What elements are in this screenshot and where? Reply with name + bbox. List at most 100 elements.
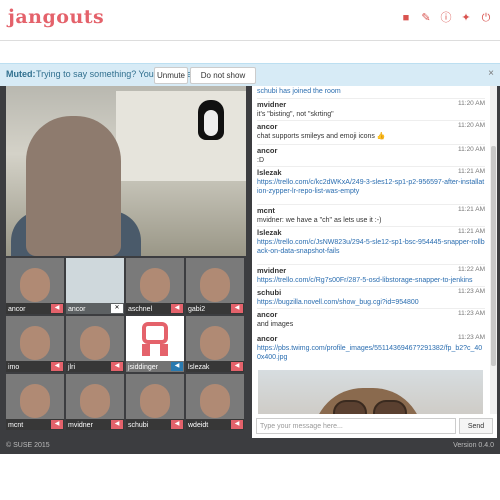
jangouts-logo-icon [142,322,168,356]
message-time: 11:23 AM [458,310,485,317]
participant-name: jsiddinger [128,364,158,371]
participant-tile[interactable]: schubi ◀ [126,374,184,430]
participant-tile[interactable]: jlri ◀ [66,316,124,372]
close-icon[interactable]: ✕ [111,304,123,313]
participant-name: mvidner [68,422,93,429]
message-text: :D [257,157,264,164]
message-link[interactable]: https://bugzilla.novell.com/show_bug.cgi… [257,298,485,307]
speaker-icon[interactable]: ◀ [51,304,63,313]
speaker-icon[interactable]: ◀ [111,420,123,429]
copyright: © SUSE 2015 [6,442,50,449]
unmute-button[interactable]: Unmute [154,67,188,84]
participant-name: wdeidt [188,422,209,429]
send-button[interactable]: Send [459,418,493,434]
speaker-icon[interactable]: ◀ [51,362,63,371]
signout-icon[interactable]: ⏻ [480,12,492,24]
message-time: 11:21 AM [458,168,485,175]
speaker-icon[interactable]: ◀ [171,362,183,371]
chat-log[interactable]: schubi has joined the room mvidner 11:20… [252,86,490,414]
message-author: mvidner [257,266,287,275]
participant-grid: ancor ◀ ancor ✕ aschnel ◀ gabi2 ◀ imo ◀ jlri ◀… [6,258,246,438]
message-link[interactable]: https://trello.com/c/kc2dWKxA/249-3-sles… [257,178,485,196]
participant-avatar [140,268,170,302]
participant-tile[interactable]: ancor ◀ [6,258,64,314]
message-author: lslezak [257,168,282,177]
message-link[interactable]: https://trello.com/c/Rg7s00Fr/287-5-osd-… [257,276,485,285]
dont-show-again-button[interactable]: Do not show again [190,67,256,95]
message-link[interactable]: https://pbs.twimg.com/profile_images/551… [257,344,485,362]
speaker-icon[interactable]: ◀ [231,304,243,313]
participant-tile[interactable]: imo ◀ [6,316,64,372]
chat-panel: schubi has joined the room mvidner 11:20… [252,86,497,438]
participant-tile[interactable]: ancor ✕ [66,258,124,314]
participant-tile[interactable]: mvidner ◀ [66,374,124,430]
participant-name: jlri [68,364,75,371]
message-time: 11:22 AM [458,266,485,273]
message-author: ancor [257,334,278,343]
participant-tile[interactable]: mcnt ◀ [6,374,64,430]
participant-avatar [80,326,110,360]
message-text: and images [257,321,294,328]
message-time: 11:21 AM [458,206,485,213]
chat-message-input[interactable]: Type your message here... [256,418,456,434]
chat-message: mvidner 11:20 AM it's "bisting", not "sk… [257,100,485,119]
message-text: mvidner: we have a "ch" as lets use it :… [257,217,382,224]
chat-system-message: schubi has joined the room [257,88,341,95]
pen-icon[interactable]: ✎ [420,12,432,24]
speaker-head [26,116,121,256]
message-time: 11:21 AM [458,228,485,235]
participant-avatar [20,384,50,418]
participant-avatar [20,326,50,360]
participant-tile[interactable]: wdeidt ◀ [186,374,244,430]
pin-icon[interactable]: ✦ [460,12,472,24]
message-time: 11:23 AM [458,334,485,341]
participant-avatar [140,384,170,418]
main-area: ancor ◀ ancor ✕ aschnel ◀ gabi2 ◀ imo ◀ jlri ◀… [0,86,500,438]
participant-avatar [200,268,230,302]
speaker-icon[interactable]: ◀ [171,304,183,313]
message-time: 11:20 AM [458,122,485,129]
camera-icon[interactable]: ■ [400,12,412,24]
participant-tile[interactable]: aschnel ◀ [126,258,184,314]
chat-image[interactable] [258,370,483,414]
message-link[interactable]: https://trello.com/c/JsNW823u/294-5-sle1… [257,238,485,256]
chat-message: mcnt 11:21 AM mvidner: we have a "ch" as… [257,206,485,225]
message-author: lslezak [257,228,282,237]
chat-scrollbar[interactable] [490,86,497,414]
goggle-right [373,400,407,414]
alert-title: Muted: [6,69,36,79]
app-logo[interactable]: jangouts [8,6,104,28]
goggle-left [333,400,367,414]
chat-message: ancor 11:23 AM and images [257,310,485,329]
speaker-icon[interactable]: ◀ [231,420,243,429]
speaker-icon[interactable]: ◀ [51,420,63,429]
message-author: schubi [257,288,282,297]
close-icon[interactable]: × [488,68,494,79]
chat-message: schubi 11:23 AM https://bugzilla.novell.… [257,288,485,307]
speaker-icon[interactable]: ◀ [171,420,183,429]
video-background [116,91,246,181]
info-icon[interactable]: ⓘ [440,12,452,24]
chat-message: ancor 11:23 AM https://pbs.twimg.com/pro… [257,334,485,362]
participant-avatar [200,326,230,360]
chat-message: mvidner 11:22 AM https://trello.com/c/Rg… [257,266,485,285]
chat-message: lslezak 11:21 AM https://trello.com/c/Js… [257,228,485,256]
message-time: 11:23 AM [458,288,485,295]
participant-name: aschnel [128,306,153,313]
participant-avatar [200,384,230,418]
participant-tile[interactable]: gabi2 ◀ [186,258,244,314]
message-author: ancor [257,122,278,131]
message-author: ancor [257,310,278,319]
message-author: ancor [257,146,278,155]
main-video[interactable] [6,86,246,256]
message-author: mcnt [257,206,275,215]
speaker-icon[interactable]: ◀ [231,362,243,371]
participant-avatar [80,384,110,418]
participant-name: ancor [68,306,86,313]
participant-tile[interactable]: lslezak ◀ [186,316,244,372]
penguin-toy [198,100,224,140]
participant-name: mcnt [8,422,24,429]
participant-tile[interactable]: jsiddinger ◀ [126,316,184,372]
participant-avatar [20,268,50,302]
speaker-icon[interactable]: ◀ [111,362,123,371]
